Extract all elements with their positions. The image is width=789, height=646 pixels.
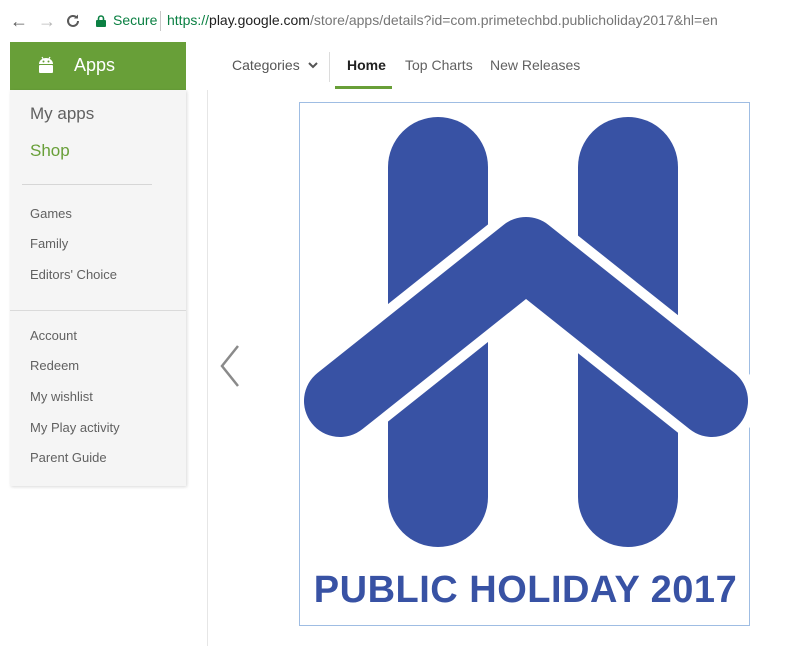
sidebar-section-divider bbox=[10, 310, 186, 311]
sidebar-item-redeem[interactable]: Redeem bbox=[30, 358, 79, 373]
categories-dropdown[interactable]: Categories bbox=[232, 57, 318, 73]
sidebar-item-editors-choice[interactable]: Editors' Choice bbox=[30, 267, 117, 282]
sidebar-item-parent-guide[interactable]: Parent Guide bbox=[30, 450, 107, 465]
url-separator bbox=[160, 11, 161, 31]
chevron-down-icon bbox=[307, 61, 318, 68]
sidebar-item-my-apps[interactable]: My apps bbox=[30, 104, 94, 124]
tab-top-charts[interactable]: Top Charts bbox=[405, 57, 473, 73]
url-scheme: https:// bbox=[167, 12, 210, 28]
chevron-left-icon[interactable] bbox=[214, 338, 244, 394]
sidebar-item-games[interactable]: Games bbox=[30, 206, 72, 221]
tab-home[interactable]: Home bbox=[347, 57, 386, 73]
sidebar-divider bbox=[22, 184, 152, 185]
sidebar-item-my-wishlist[interactable]: My wishlist bbox=[30, 389, 93, 404]
back-icon[interactable]: ← bbox=[10, 11, 28, 31]
left-gutter bbox=[0, 42, 10, 646]
apps-header[interactable]: Apps bbox=[10, 42, 186, 90]
android-icon bbox=[39, 56, 53, 73]
banner-caption: PUBLIC HOLIDAY 2017 bbox=[313, 569, 738, 611]
browser-toolbar: ← → Secure https://play.google.com/store… bbox=[0, 0, 789, 43]
top-nav: Categories Home Top Charts New Releases bbox=[186, 42, 789, 91]
sidebar-item-account[interactable]: Account bbox=[30, 328, 77, 343]
url-path: /store/apps/details?id=com.primetechbd.p… bbox=[309, 12, 718, 28]
secure-label: Secure bbox=[113, 12, 158, 28]
sidebar: My apps Shop Games Family Editors' Choic… bbox=[10, 90, 186, 486]
forward-icon[interactable]: → bbox=[38, 11, 56, 31]
app-banner[interactable]: PUBLIC HOLIDAY 2017 bbox=[299, 102, 751, 626]
active-tab-indicator bbox=[335, 86, 392, 89]
nav-separator bbox=[329, 52, 330, 82]
reload-icon[interactable] bbox=[64, 11, 82, 31]
apps-label: Apps bbox=[74, 55, 116, 75]
lock-icon bbox=[96, 15, 106, 27]
categories-label: Categories bbox=[232, 57, 300, 73]
holiday-logo-icon bbox=[300, 117, 751, 547]
url-host: play.google.com bbox=[209, 12, 310, 28]
sidebar-item-family[interactable]: Family bbox=[30, 236, 68, 251]
address-input[interactable]: https://play.google.com/store/apps/detai… bbox=[167, 12, 718, 28]
sidebar-item-shop[interactable]: Shop bbox=[30, 141, 70, 161]
sidebar-item-my-play-activity[interactable]: My Play activity bbox=[30, 420, 120, 435]
tab-new-releases[interactable]: New Releases bbox=[490, 57, 580, 73]
